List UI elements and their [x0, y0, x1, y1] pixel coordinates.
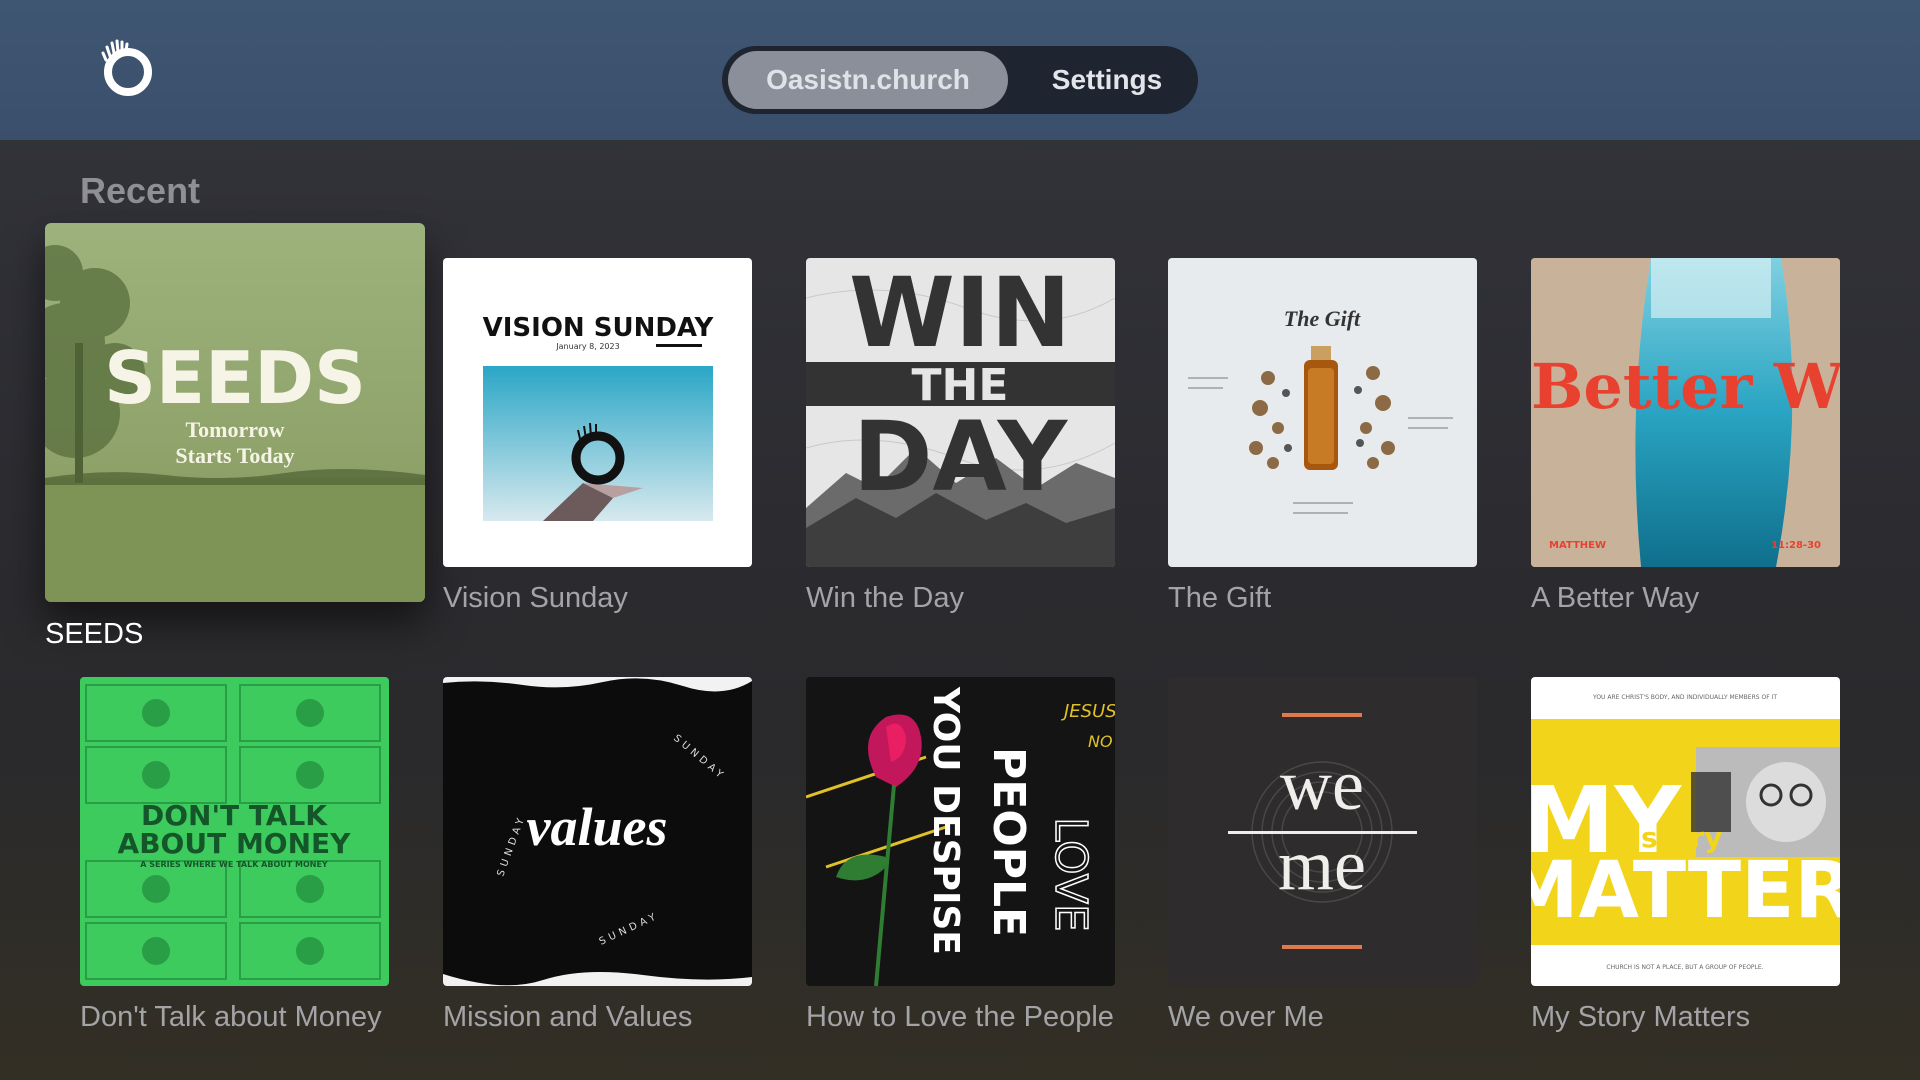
- svg-text:YOU ARE CHRIST'S BODY, AND IND: YOU ARE CHRIST'S BODY, AND INDIVIDUALLY …: [1592, 694, 1777, 701]
- svg-text:we: we: [1280, 745, 1364, 825]
- card-title: Vision Sunday: [443, 582, 628, 614]
- card-title: How to Love the People You Despise: [806, 1001, 1115, 1033]
- card-title: Win the Day: [806, 582, 964, 614]
- svg-text:Better Wa: Better Wa: [1531, 350, 1840, 423]
- section-title-recent: Recent: [80, 170, 201, 211]
- my-story-matters-artwork: YOU ARE CHRIST'S BODY, AND INDIVIDUALLY …: [1531, 677, 1840, 986]
- svg-text:MATTER: MATTER: [1531, 846, 1840, 936]
- svg-text:values: values: [527, 797, 668, 857]
- tab-settings[interactable]: Settings: [1022, 51, 1192, 109]
- win-the-day-artwork: WIN THE DAY: [806, 258, 1115, 567]
- we-over-me-artwork: we me: [1168, 677, 1477, 986]
- a-better-way-artwork: Better Wa MATTHEW 11:28-30: [1531, 258, 1840, 567]
- media-card-the-gift[interactable]: The Gift The Gift: [1168, 258, 1477, 618]
- svg-text:PEOPLE: PEOPLE: [983, 747, 1034, 937]
- svg-text:Starts Today: Starts Today: [175, 443, 294, 468]
- card-title: We over Me: [1168, 1001, 1324, 1033]
- svg-text:The Gift: The Gift: [1284, 306, 1361, 331]
- media-card-win-the-day[interactable]: WIN THE DAY Win the Day: [806, 258, 1115, 618]
- svg-text:Tomorrow: Tomorrow: [186, 417, 285, 442]
- svg-text:MATTHEW: MATTHEW: [1549, 540, 1606, 551]
- tab-oasistn-church[interactable]: Oasistn.church: [728, 51, 1008, 109]
- svg-text:DAY: DAY: [853, 401, 1069, 513]
- mission-and-values-artwork: values SUNDAY SUNDAY SUNDAY: [443, 677, 752, 986]
- svg-text:me: me: [1278, 825, 1366, 905]
- svg-text:A SERIES WHERE WE TALK ABOUT M: A SERIES WHERE WE TALK ABOUT MONEY: [140, 860, 328, 869]
- dont-talk-about-money-artwork: DON'T TALK ABOUT MONEY A SERIES WHERE WE…: [80, 677, 389, 986]
- media-card-seeds[interactable]: SEEDS Tomorrow Starts Today SEEDS: [45, 223, 425, 653]
- how-to-love-the-people-artwork: YOU DESPISE PEOPLE LOVE JESUS NO: [806, 677, 1115, 986]
- media-card-vision-sunday[interactable]: VISION SUNDAY January 8, 2023 Vision Sun…: [443, 258, 752, 618]
- card-title: SEEDS: [45, 618, 144, 650]
- svg-text:LOVE: LOVE: [1045, 817, 1096, 932]
- oasis-church-logo-icon: [101, 39, 152, 96]
- svg-text:NO: NO: [1088, 732, 1113, 751]
- the-gift-artwork: The Gift: [1168, 258, 1477, 567]
- svg-text:JESUS: JESUS: [1061, 701, 1115, 722]
- card-title: The Gift: [1168, 582, 1272, 614]
- svg-text:VISION SUNDAY: VISION SUNDAY: [483, 313, 715, 343]
- media-card-mission-and-values[interactable]: values SUNDAY SUNDAY SUNDAY Mission and …: [443, 677, 752, 1037]
- media-card-a-better-way[interactable]: Better Wa MATTHEW 11:28-30 A Better Way: [1531, 258, 1840, 618]
- svg-text:January 8, 2023: January 8, 2023: [555, 342, 619, 351]
- card-title: A Better Way: [1531, 582, 1700, 614]
- svg-text:11:28-30: 11:28-30: [1771, 540, 1821, 551]
- seeds-artwork: SEEDS Tomorrow Starts Today: [45, 223, 425, 602]
- card-title: Don't Talk about Money: [80, 1001, 382, 1033]
- media-card-we-over-me[interactable]: we me We over Me: [1168, 677, 1477, 1037]
- card-title: Mission and Values: [443, 1001, 693, 1033]
- media-card-my-story-matters[interactable]: YOU ARE CHRIST'S BODY, AND INDIVIDUALLY …: [1531, 677, 1840, 1037]
- svg-text:ABOUT MONEY: ABOUT MONEY: [118, 827, 352, 860]
- card-title: My Story Matters: [1531, 1001, 1751, 1033]
- top-tab-bar: Oasistn.church Settings: [722, 46, 1198, 114]
- seeds-art-headline: SEEDS: [104, 336, 366, 420]
- media-card-how-to-love-the-people[interactable]: YOU DESPISE PEOPLE LOVE JESUS NO How to …: [806, 677, 1115, 1037]
- svg-text:YOU DESPISE: YOU DESPISE: [925, 686, 966, 955]
- top-bar: Oasistn.church Settings: [0, 0, 1920, 140]
- svg-text:WIN: WIN: [849, 258, 1071, 369]
- vision-sunday-artwork: VISION SUNDAY January 8, 2023: [443, 258, 752, 567]
- media-card-dont-talk-about-money[interactable]: DON'T TALK ABOUT MONEY A SERIES WHERE WE…: [80, 677, 389, 1037]
- svg-text:CHURCH IS NOT A PLACE, BUT A G: CHURCH IS NOT A PLACE, BUT A GROUP OF PE…: [1606, 964, 1763, 971]
